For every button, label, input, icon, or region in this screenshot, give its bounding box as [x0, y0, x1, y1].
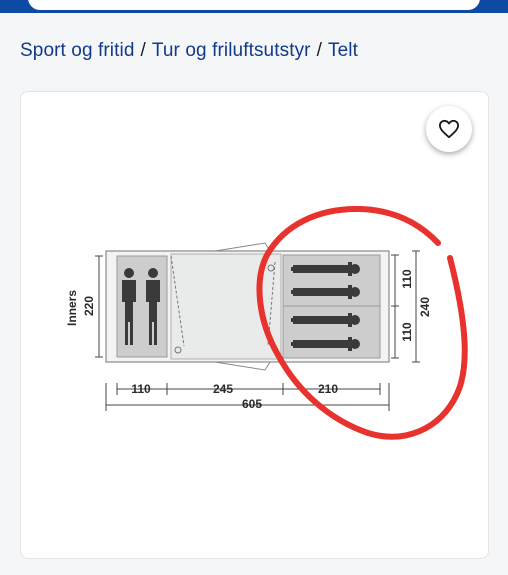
segment-left: 110 [131, 382, 151, 396]
right-bottom-width: 110 [400, 322, 414, 342]
segment-right: 210 [318, 382, 338, 396]
inner-height: 220 [82, 296, 96, 316]
right-top-width: 110 [400, 269, 414, 289]
total-length: 605 [242, 397, 262, 411]
favorite-button[interactable] [426, 106, 472, 152]
right-total-width: 240 [418, 297, 432, 317]
segment-middle: 245 [213, 382, 233, 396]
tent-floor-plan: Inners 220 110 110 240 110 245 210 605 [65, 205, 468, 440]
inner-label: Inners [65, 290, 79, 326]
heart-icon [438, 119, 459, 139]
